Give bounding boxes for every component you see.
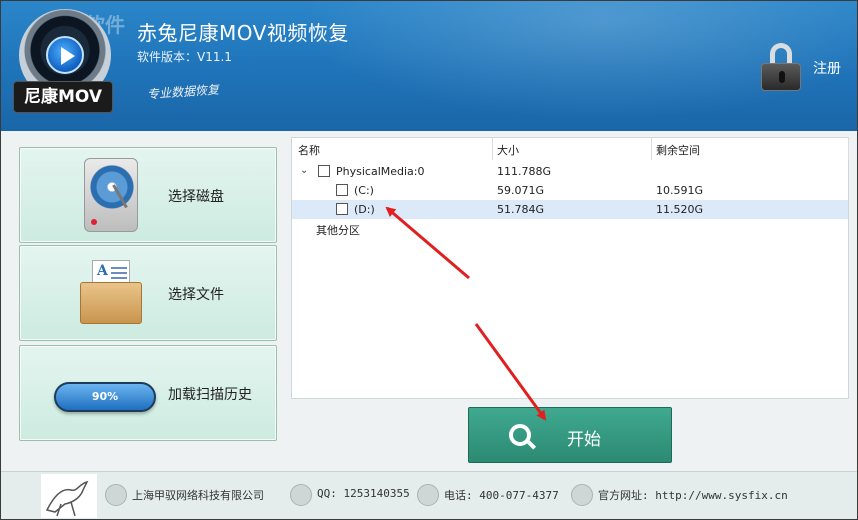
- row-name: (D:): [354, 203, 375, 216]
- row-size: 59.071G: [497, 184, 545, 197]
- column-free-space[interactable]: 剩余空间: [656, 142, 700, 158]
- progress-text: 90%: [91, 390, 119, 403]
- logo-text: 尼康MOV: [13, 81, 113, 113]
- sidebar: 选择磁盘 A 选择文件 90% 加载扫描历史: [9, 137, 285, 447]
- row-name: 其他分区: [316, 224, 360, 237]
- lock-keyhole: [779, 71, 785, 83]
- column-size[interactable]: 大小: [497, 142, 519, 158]
- lock-icon[interactable]: [761, 43, 801, 91]
- search-icon: [509, 424, 531, 446]
- select-file-button[interactable]: A 选择文件: [19, 245, 277, 341]
- row-checkbox[interactable]: [318, 165, 330, 177]
- start-button[interactable]: 开始: [468, 407, 672, 463]
- load-history-button[interactable]: 90% 加载扫描历史: [19, 345, 277, 441]
- qq-icon: [290, 484, 312, 506]
- globe-icon: [571, 484, 593, 506]
- column-name[interactable]: 名称: [298, 142, 320, 158]
- row-name: (C:): [354, 184, 374, 197]
- row-free: 10.591G: [656, 184, 704, 197]
- row-checkbox[interactable]: [336, 203, 348, 215]
- row-free: 11.520G: [656, 203, 704, 216]
- header-banner: 河东软件园 尼康MOV 赤兔尼康MOV视频恢复 软件版本：V11.1 专业数据恢…: [1, 1, 857, 131]
- tree-row-selected[interactable]: (D:) 51.784G 11.520G: [292, 200, 848, 219]
- start-button-label: 开始: [567, 430, 601, 450]
- footer: 上海甲驭网络科技有限公司 QQ: 1253140355 电话: 400-077-…: [1, 471, 857, 519]
- app-version: 软件版本：V11.1: [137, 50, 232, 64]
- tree-row[interactable]: (C:) 59.071G 10.591G: [292, 181, 848, 200]
- company-name: 上海甲驭网络科技有限公司: [132, 489, 264, 502]
- company-logo: [41, 474, 97, 518]
- play-icon: [46, 36, 84, 74]
- register-link[interactable]: 注册: [813, 58, 841, 78]
- row-size: 51.784G: [497, 203, 545, 216]
- folder-shape: [80, 282, 142, 324]
- app-title: 赤兔尼康MOV视频恢复: [137, 21, 349, 45]
- select-disk-label: 选择磁盘: [168, 189, 224, 205]
- company-icon: [105, 484, 127, 506]
- chevron-down-icon[interactable]: ⌄: [300, 165, 308, 176]
- load-history-label: 加载扫描历史: [168, 387, 252, 403]
- partition-tree: 名称 大小 剩余空间 ⌄ PhysicalMedia:0 111.788G (C…: [291, 137, 849, 399]
- disk-led: [91, 219, 97, 225]
- hard-disk-icon: [84, 158, 138, 232]
- website-link[interactable]: 官方网址: http://www.sysfix.cn: [598, 487, 788, 503]
- tree-header: 名称 大小 剩余空间: [292, 138, 849, 160]
- qq-number[interactable]: QQ: 1253140355: [317, 487, 410, 500]
- phone-number: 电话: 400-077-4377: [444, 489, 559, 502]
- row-size: 111.788G: [497, 165, 552, 178]
- row-checkbox[interactable]: [336, 184, 348, 196]
- row-name: PhysicalMedia:0: [336, 165, 425, 178]
- lock-body: [761, 63, 801, 91]
- tree-row[interactable]: ⌄ PhysicalMedia:0 111.788G: [292, 162, 848, 181]
- progress-icon: 90%: [54, 382, 156, 412]
- phone-icon: [417, 484, 439, 506]
- app-slogan: 专业数据恢复: [146, 82, 220, 102]
- select-disk-button[interactable]: 选择磁盘: [19, 147, 277, 243]
- select-file-label: 选择文件: [168, 287, 224, 303]
- tree-row[interactable]: 其他分区: [292, 219, 848, 238]
- app-window: 河东软件园 尼康MOV 赤兔尼康MOV视频恢复 软件版本：V11.1 专业数据恢…: [0, 0, 858, 520]
- folder-document-icon: A: [80, 260, 142, 324]
